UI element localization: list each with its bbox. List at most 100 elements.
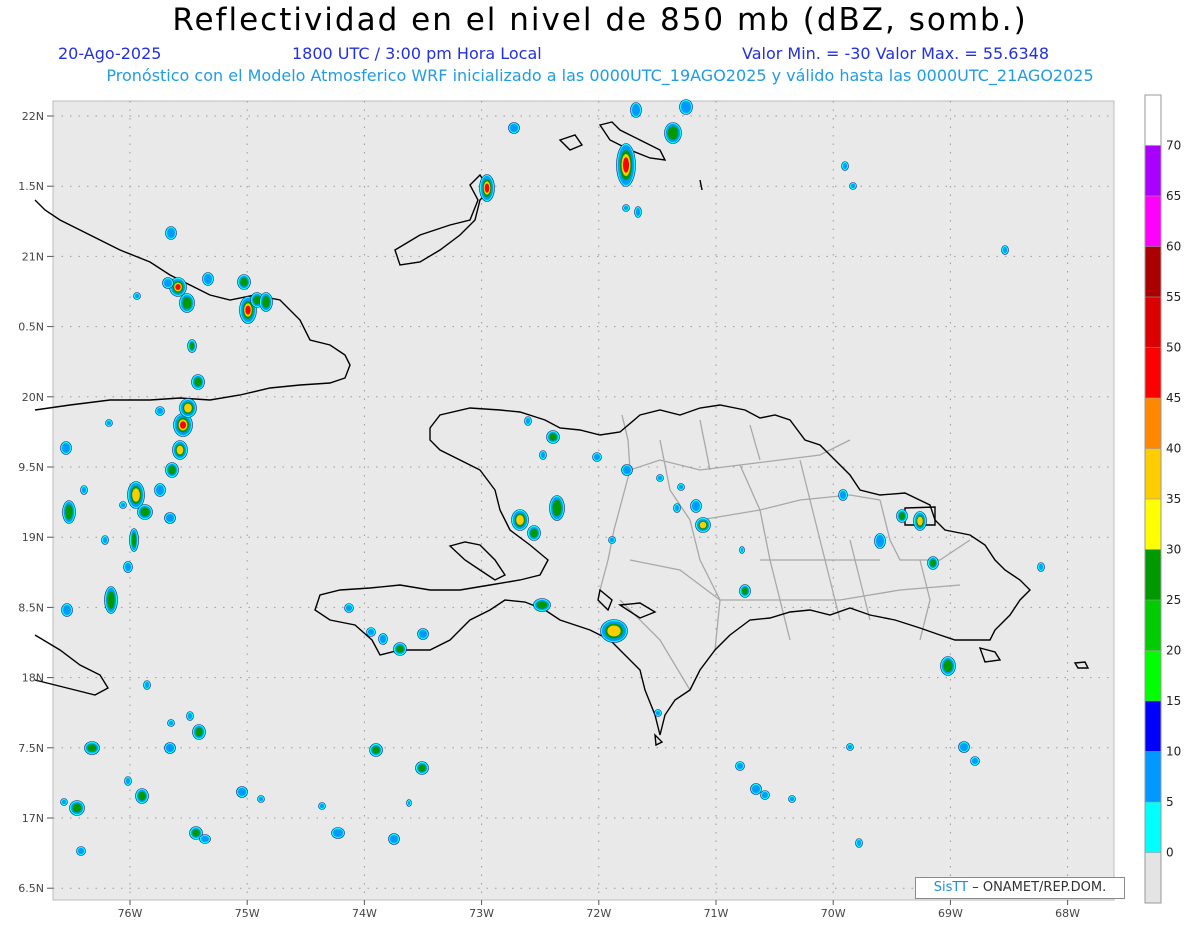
map-background [52,100,1115,901]
reflectivity-cell [378,633,388,645]
reflectivity-cell [673,503,681,513]
lat-label: 0.5N [18,321,44,334]
reflectivity-cell [739,584,751,598]
reflectivity-cell [546,430,560,444]
reflectivity-cell [199,834,211,844]
reflectivity-cell [1001,245,1009,255]
reflectivity-cell [855,838,863,848]
colorbar [1144,94,1162,904]
lon-label: 75W [235,907,260,920]
reflectivity-cell [191,374,205,390]
reflectivity-cell [592,452,602,462]
colorbar-segment [1145,297,1161,348]
reflectivity-cell [634,206,642,218]
colorbar-segment [1145,246,1161,297]
reflectivity-cell [616,143,636,187]
reflectivity-cell [970,756,980,766]
reflectivity-cell [143,680,151,690]
reflectivity-cell [119,501,127,509]
reflectivity-cell [62,500,76,524]
reflectivity-cell [105,419,113,427]
reflectivity-cell [187,339,197,353]
lat-label: 19N [22,531,44,544]
reflectivity-cell [123,561,133,573]
colorbar-segment [1145,95,1161,146]
reflectivity-cell [318,802,326,810]
reflectivity-cell [192,724,206,740]
colorbar-segment [1145,347,1161,398]
reflectivity-cell [533,598,551,612]
reflectivity-cell [202,272,214,286]
reflectivity-cell [417,628,429,640]
reflectivity-cell [958,741,970,753]
lat-label: 17N [22,812,44,825]
lat-label: 1.5N [18,180,44,193]
colorbar-label: 60 [1166,240,1181,254]
reflectivity-cell [656,474,664,482]
reflectivity-cell [165,462,179,478]
reflectivity-cell [677,483,685,491]
reflectivity-cell [896,509,908,523]
reflectivity-cell [165,226,177,240]
colorbar-segment [1145,852,1161,903]
colorbar-segment [1145,802,1161,853]
lon-label: 73W [469,907,494,920]
reflectivity-cell [739,546,745,554]
reflectivity-cell [524,416,532,426]
colorbar-label: 0 [1166,846,1174,860]
colorbar-label: 25 [1166,593,1181,607]
reflectivity-cell [527,525,541,541]
reflectivity-cell [750,783,762,795]
reflectivity-cell [186,711,194,721]
reflectivity-cell [841,161,849,171]
colorbar-label: 70 [1166,139,1181,153]
reflectivity-cell [76,846,86,856]
sistt-logo: SisTT [933,880,969,895]
colorbar-segment [1145,448,1161,499]
reflectivity-cell [690,499,702,513]
colorbar-label: 20 [1166,644,1181,658]
reflectivity-cell [479,174,495,202]
reflectivity-cell [80,485,88,495]
latitude-labels: 22N 1.5N 21N 0.5N 20N 9.5N 19N 8.5N 18N 7.5N 17N 6.… [18,110,44,895]
reflectivity-cell [259,292,273,312]
reflectivity-cell [621,464,633,476]
lon-label: 76W [118,907,143,920]
reflectivity-cell [508,122,520,134]
reflectivity-cell [539,450,547,460]
reflectivity-cell [874,533,886,549]
lat-label: 8.5N [18,601,44,614]
lat-label: 21N [22,250,44,263]
lon-label: 68W [1055,907,1080,920]
reflectivity-cell [167,719,175,727]
colorbar-segment [1145,499,1161,550]
colorbar-segment [1145,549,1161,600]
reflectivity-cell [608,536,616,544]
colorbar-label: 65 [1166,189,1181,203]
reflectivity-cell [511,509,529,531]
lat-label: 20N [22,391,44,404]
lat-label: 22N [22,110,44,123]
credit-box: SisTT – ONAMET/REP.DOM. [915,877,1125,899]
reflectivity-cell [622,204,630,212]
lon-label: 71W [704,907,729,920]
reflectivity-cell [549,495,565,521]
reflectivity-cell [129,528,139,552]
colorbar-segment [1145,650,1161,701]
reflectivity-cell [133,292,141,300]
reflectivity-cell [124,776,132,786]
reflectivity-cell [600,619,628,643]
lat-label: 18N [22,672,44,685]
reflectivity-cell [846,743,854,751]
colorbar-segment [1145,196,1161,247]
reflectivity-cell [69,800,85,816]
reflectivity-cell [388,833,400,845]
reflectivity-cell [366,627,376,637]
lon-label: 72W [586,907,611,920]
longitude-labels: 76W 75W 74W 73W 72W 71W 70W 69W 68W [118,907,1081,920]
colorbar-label: 30 [1166,543,1181,557]
colorbar-label: 45 [1166,391,1181,405]
reflectivity-cell [369,743,383,757]
reflectivity-cell [679,99,693,115]
reflectivity-cell [101,535,109,545]
